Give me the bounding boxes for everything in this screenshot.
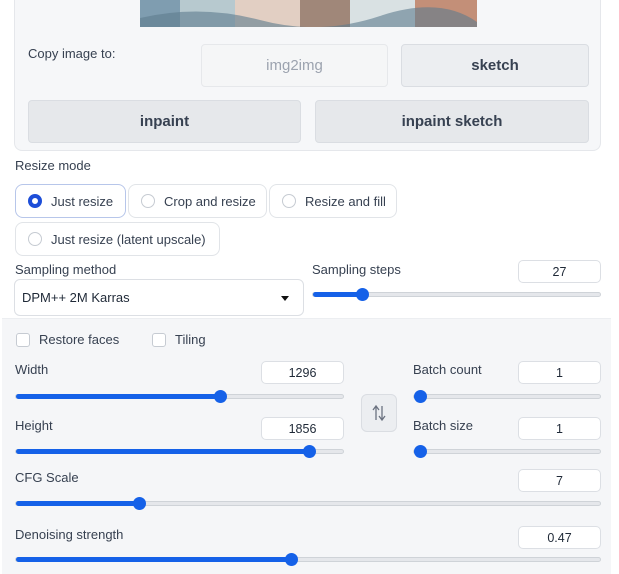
radio-label: Crop and resize <box>164 193 256 209</box>
slider-thumb[interactable] <box>133 497 146 510</box>
slider-thumb[interactable] <box>414 390 427 403</box>
tiling-label: Tiling <box>175 332 206 347</box>
denoising-strength-slider[interactable] <box>15 553 601 566</box>
radio-label: Resize and fill <box>305 193 386 209</box>
resize-mode-label: Resize mode <box>15 158 91 173</box>
image-preview <box>140 0 477 27</box>
sampling-method-value: DPM++ 2M Karras <box>22 290 130 305</box>
batch-size-input[interactable]: 1 <box>518 417 601 440</box>
cfg-scale-label: CFG Scale <box>15 470 79 485</box>
slider-thumb[interactable] <box>303 445 316 458</box>
sampling-method-label: Sampling method <box>15 262 117 277</box>
resize-mode-just-resize[interactable]: Just resize <box>15 184 126 218</box>
slider-thumb[interactable] <box>356 288 369 301</box>
copy-to-inpaint-sketch-button[interactable]: inpaint sketch <box>315 100 589 143</box>
radio-label: Just resize <box>51 193 114 209</box>
copy-to-inpaint-button[interactable]: inpaint <box>28 100 301 143</box>
copy-image-label: Copy image to: <box>28 46 116 61</box>
cfg-scale-slider[interactable] <box>15 497 601 510</box>
sampling-steps-input[interactable]: 27 <box>518 260 601 283</box>
height-input[interactable]: 1856 <box>261 417 344 440</box>
batch-size-label: Batch size <box>413 418 473 433</box>
slider-thumb[interactable] <box>214 390 227 403</box>
radio-dot-icon <box>141 194 155 208</box>
height-label: Height <box>15 418 53 433</box>
batch-size-slider[interactable] <box>413 445 601 458</box>
denoising-strength-label: Denoising strength <box>15 527 124 542</box>
denoising-strength-input[interactable]: 0.47 <box>518 526 601 549</box>
copy-to-sketch-button[interactable]: sketch <box>401 44 589 87</box>
radio-label: Just resize (latent upscale) <box>51 231 206 247</box>
batch-count-input[interactable]: 1 <box>518 361 601 384</box>
radio-dot-icon <box>28 194 42 208</box>
slider-fill <box>16 557 291 562</box>
chevron-down-icon <box>281 296 289 301</box>
resize-mode-latent-upscale[interactable]: Just resize (latent upscale) <box>15 222 220 256</box>
slider-thumb[interactable] <box>414 445 427 458</box>
slider-fill <box>313 292 362 297</box>
width-label: Width <box>15 362 49 377</box>
batch-count-slider[interactable] <box>413 390 601 403</box>
slider-fill <box>16 449 309 454</box>
image-preview-art <box>140 0 477 27</box>
sampling-steps-slider[interactable] <box>312 288 601 301</box>
swap-dimensions-button[interactable] <box>361 394 397 432</box>
radio-dot-icon <box>28 232 42 246</box>
radio-dot-icon <box>282 194 296 208</box>
restore-faces-label: Restore faces <box>39 332 120 347</box>
height-slider[interactable] <box>15 445 344 458</box>
cfg-scale-input[interactable]: 7 <box>518 469 601 492</box>
restore-faces-checkbox[interactable] <box>16 333 30 347</box>
copy-to-img2img-button[interactable]: img2img <box>201 44 388 87</box>
sampling-steps-label: Sampling steps <box>312 262 401 277</box>
resize-mode-crop-and-resize[interactable]: Crop and resize <box>128 184 267 218</box>
swap-vertical-icon <box>372 404 386 422</box>
resize-mode-resize-and-fill[interactable]: Resize and fill <box>269 184 397 218</box>
sampling-method-select[interactable]: DPM++ 2M Karras <box>14 279 304 316</box>
width-slider[interactable] <box>15 390 344 403</box>
width-input[interactable]: 1296 <box>261 361 344 384</box>
batch-count-label: Batch count <box>413 362 482 377</box>
tiling-checkbox[interactable] <box>152 333 166 347</box>
slider-thumb[interactable] <box>285 553 298 566</box>
slider-fill <box>16 394 220 399</box>
slider-fill <box>16 501 139 506</box>
